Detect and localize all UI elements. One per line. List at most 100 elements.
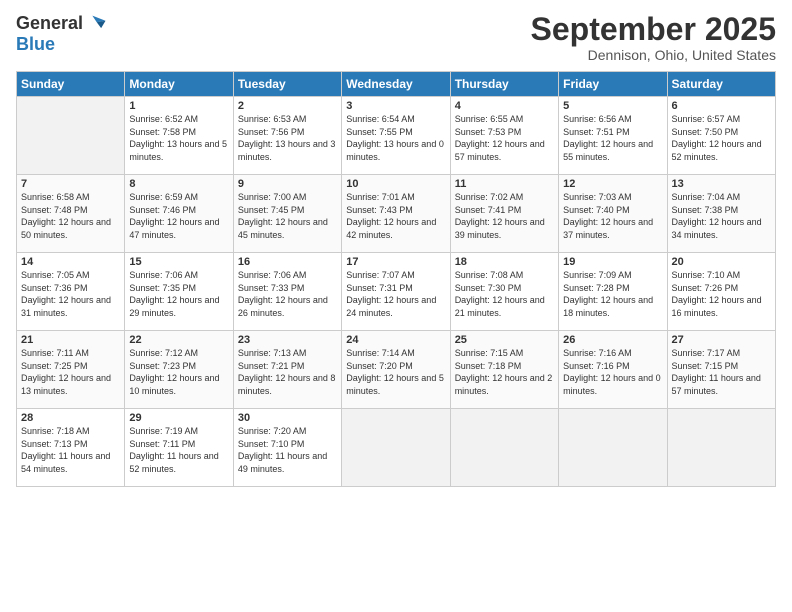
day-info: Sunrise: 7:00 AM Sunset: 7:45 PM Dayligh… — [238, 191, 337, 241]
day-number: 25 — [455, 334, 554, 346]
day-cell: 2 Sunrise: 6:53 AM Sunset: 7:56 PM Dayli… — [233, 97, 341, 175]
week-row-0: 1 Sunrise: 6:52 AM Sunset: 7:58 PM Dayli… — [17, 97, 776, 175]
day-number: 6 — [672, 100, 771, 112]
day-number: 11 — [455, 178, 554, 190]
day-cell: 5 Sunrise: 6:56 AM Sunset: 7:51 PM Dayli… — [559, 97, 667, 175]
day-info: Sunrise: 7:03 AM Sunset: 7:40 PM Dayligh… — [563, 191, 662, 241]
day-cell: 4 Sunrise: 6:55 AM Sunset: 7:53 PM Dayli… — [450, 97, 558, 175]
header-row: SundayMondayTuesdayWednesdayThursdayFrid… — [17, 72, 776, 97]
header-cell-friday: Friday — [559, 72, 667, 97]
day-cell: 10 Sunrise: 7:01 AM Sunset: 7:43 PM Dayl… — [342, 175, 450, 253]
day-cell: 16 Sunrise: 7:06 AM Sunset: 7:33 PM Dayl… — [233, 253, 341, 331]
day-info: Sunrise: 7:11 AM Sunset: 7:25 PM Dayligh… — [21, 347, 120, 397]
header-cell-saturday: Saturday — [667, 72, 775, 97]
day-cell: 3 Sunrise: 6:54 AM Sunset: 7:55 PM Dayli… — [342, 97, 450, 175]
header-cell-tuesday: Tuesday — [233, 72, 341, 97]
logo: General Blue — [16, 12, 107, 55]
day-info: Sunrise: 7:17 AM Sunset: 7:15 PM Dayligh… — [672, 347, 771, 397]
day-number: 27 — [672, 334, 771, 346]
logo-bird-icon — [85, 12, 107, 34]
day-info: Sunrise: 7:01 AM Sunset: 7:43 PM Dayligh… — [346, 191, 445, 241]
logo-general: General — [16, 13, 83, 34]
day-cell: 23 Sunrise: 7:13 AM Sunset: 7:21 PM Dayl… — [233, 331, 341, 409]
day-cell: 24 Sunrise: 7:14 AM Sunset: 7:20 PM Dayl… — [342, 331, 450, 409]
day-info: Sunrise: 7:06 AM Sunset: 7:33 PM Dayligh… — [238, 269, 337, 319]
day-info: Sunrise: 7:14 AM Sunset: 7:20 PM Dayligh… — [346, 347, 445, 397]
day-info: Sunrise: 6:59 AM Sunset: 7:46 PM Dayligh… — [129, 191, 228, 241]
day-number: 22 — [129, 334, 228, 346]
week-row-4: 28 Sunrise: 7:18 AM Sunset: 7:13 PM Dayl… — [17, 409, 776, 487]
day-info: Sunrise: 7:04 AM Sunset: 7:38 PM Dayligh… — [672, 191, 771, 241]
day-number: 8 — [129, 178, 228, 190]
day-cell: 21 Sunrise: 7:11 AM Sunset: 7:25 PM Dayl… — [17, 331, 125, 409]
day-info: Sunrise: 7:07 AM Sunset: 7:31 PM Dayligh… — [346, 269, 445, 319]
day-cell: 28 Sunrise: 7:18 AM Sunset: 7:13 PM Dayl… — [17, 409, 125, 487]
day-cell: 11 Sunrise: 7:02 AM Sunset: 7:41 PM Dayl… — [450, 175, 558, 253]
day-info: Sunrise: 7:20 AM Sunset: 7:10 PM Dayligh… — [238, 425, 337, 475]
day-cell: 18 Sunrise: 7:08 AM Sunset: 7:30 PM Dayl… — [450, 253, 558, 331]
day-cell: 15 Sunrise: 7:06 AM Sunset: 7:35 PM Dayl… — [125, 253, 233, 331]
day-info: Sunrise: 7:12 AM Sunset: 7:23 PM Dayligh… — [129, 347, 228, 397]
day-info: Sunrise: 6:58 AM Sunset: 7:48 PM Dayligh… — [21, 191, 120, 241]
day-cell: 29 Sunrise: 7:19 AM Sunset: 7:11 PM Dayl… — [125, 409, 233, 487]
title-section: September 2025 Dennison, Ohio, United St… — [531, 12, 776, 63]
calendar-subtitle: Dennison, Ohio, United States — [531, 47, 776, 63]
week-row-1: 7 Sunrise: 6:58 AM Sunset: 7:48 PM Dayli… — [17, 175, 776, 253]
day-cell: 8 Sunrise: 6:59 AM Sunset: 7:46 PM Dayli… — [125, 175, 233, 253]
day-info: Sunrise: 7:13 AM Sunset: 7:21 PM Dayligh… — [238, 347, 337, 397]
day-info: Sunrise: 7:08 AM Sunset: 7:30 PM Dayligh… — [455, 269, 554, 319]
day-number: 14 — [21, 256, 120, 268]
day-number: 18 — [455, 256, 554, 268]
header-cell-sunday: Sunday — [17, 72, 125, 97]
day-info: Sunrise: 6:55 AM Sunset: 7:53 PM Dayligh… — [455, 113, 554, 163]
day-info: Sunrise: 6:57 AM Sunset: 7:50 PM Dayligh… — [672, 113, 771, 163]
day-cell: 20 Sunrise: 7:10 AM Sunset: 7:26 PM Dayl… — [667, 253, 775, 331]
day-cell: 19 Sunrise: 7:09 AM Sunset: 7:28 PM Dayl… — [559, 253, 667, 331]
day-info: Sunrise: 7:18 AM Sunset: 7:13 PM Dayligh… — [21, 425, 120, 475]
header: General Blue September 2025 Dennison, Oh… — [16, 12, 776, 63]
day-info: Sunrise: 7:15 AM Sunset: 7:18 PM Dayligh… — [455, 347, 554, 397]
day-info: Sunrise: 6:53 AM Sunset: 7:56 PM Dayligh… — [238, 113, 337, 163]
day-cell: 6 Sunrise: 6:57 AM Sunset: 7:50 PM Dayli… — [667, 97, 775, 175]
day-cell: 25 Sunrise: 7:15 AM Sunset: 7:18 PM Dayl… — [450, 331, 558, 409]
day-number: 1 — [129, 100, 228, 112]
day-number: 24 — [346, 334, 445, 346]
day-cell — [342, 409, 450, 487]
day-cell: 12 Sunrise: 7:03 AM Sunset: 7:40 PM Dayl… — [559, 175, 667, 253]
day-number: 19 — [563, 256, 662, 268]
day-cell — [559, 409, 667, 487]
week-row-3: 21 Sunrise: 7:11 AM Sunset: 7:25 PM Dayl… — [17, 331, 776, 409]
header-cell-wednesday: Wednesday — [342, 72, 450, 97]
day-cell: 14 Sunrise: 7:05 AM Sunset: 7:36 PM Dayl… — [17, 253, 125, 331]
day-info: Sunrise: 7:06 AM Sunset: 7:35 PM Dayligh… — [129, 269, 228, 319]
day-number: 28 — [21, 412, 120, 424]
day-number: 26 — [563, 334, 662, 346]
day-info: Sunrise: 7:05 AM Sunset: 7:36 PM Dayligh… — [21, 269, 120, 319]
day-number: 21 — [21, 334, 120, 346]
day-cell — [667, 409, 775, 487]
day-cell — [450, 409, 558, 487]
day-number: 9 — [238, 178, 337, 190]
day-info: Sunrise: 6:54 AM Sunset: 7:55 PM Dayligh… — [346, 113, 445, 163]
day-number: 3 — [346, 100, 445, 112]
calendar-page: General Blue September 2025 Dennison, Oh… — [0, 0, 792, 612]
day-info: Sunrise: 7:16 AM Sunset: 7:16 PM Dayligh… — [563, 347, 662, 397]
day-number: 20 — [672, 256, 771, 268]
day-info: Sunrise: 6:56 AM Sunset: 7:51 PM Dayligh… — [563, 113, 662, 163]
day-cell: 22 Sunrise: 7:12 AM Sunset: 7:23 PM Dayl… — [125, 331, 233, 409]
day-number: 10 — [346, 178, 445, 190]
day-cell: 7 Sunrise: 6:58 AM Sunset: 7:48 PM Dayli… — [17, 175, 125, 253]
day-cell: 30 Sunrise: 7:20 AM Sunset: 7:10 PM Dayl… — [233, 409, 341, 487]
calendar-table: SundayMondayTuesdayWednesdayThursdayFrid… — [16, 71, 776, 487]
day-cell — [17, 97, 125, 175]
day-number: 23 — [238, 334, 337, 346]
header-cell-thursday: Thursday — [450, 72, 558, 97]
day-cell: 9 Sunrise: 7:00 AM Sunset: 7:45 PM Dayli… — [233, 175, 341, 253]
day-number: 15 — [129, 256, 228, 268]
week-row-2: 14 Sunrise: 7:05 AM Sunset: 7:36 PM Dayl… — [17, 253, 776, 331]
day-number: 16 — [238, 256, 337, 268]
day-number: 30 — [238, 412, 337, 424]
day-number: 13 — [672, 178, 771, 190]
day-info: Sunrise: 7:02 AM Sunset: 7:41 PM Dayligh… — [455, 191, 554, 241]
day-number: 5 — [563, 100, 662, 112]
